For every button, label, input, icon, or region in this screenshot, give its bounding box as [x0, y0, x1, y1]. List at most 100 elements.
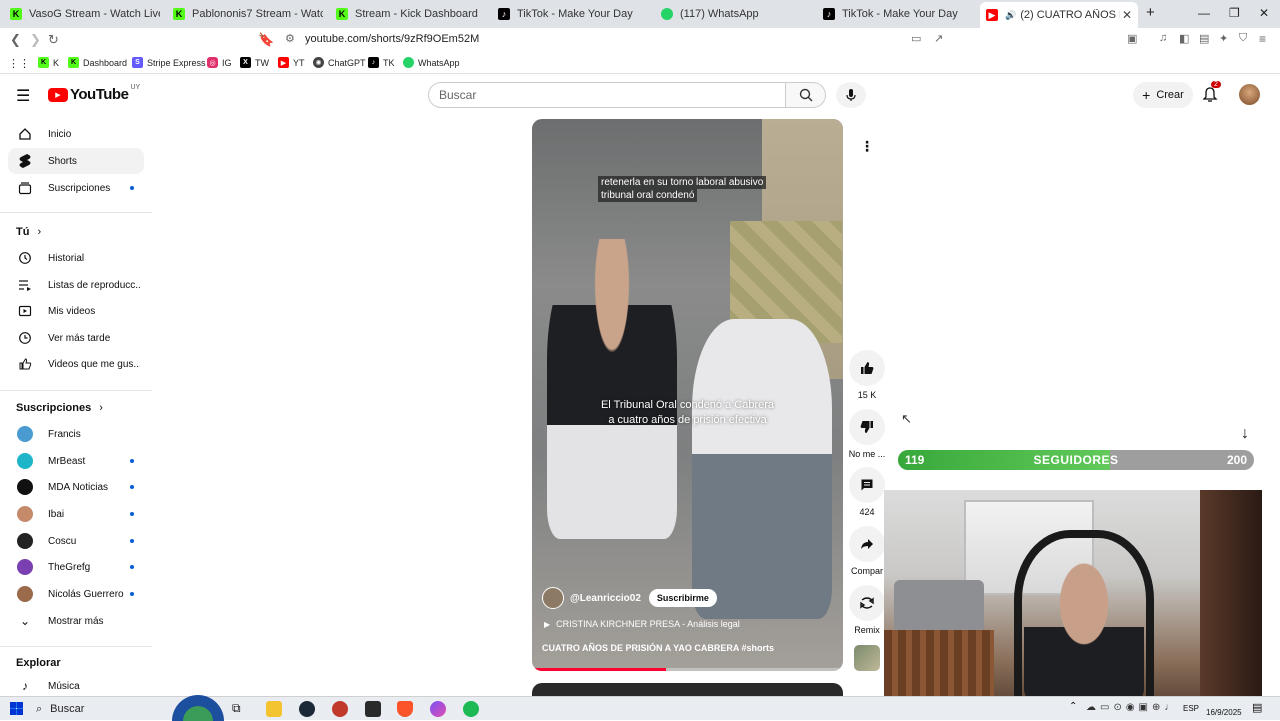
- sidebar-sub-thegrefg[interactable]: TheGrefg: [8, 554, 144, 580]
- panel-icon[interactable]: ◧: [1179, 32, 1189, 45]
- new-tab-icon[interactable]: +: [1146, 4, 1155, 21]
- brave-browser-icon[interactable]: [397, 701, 413, 717]
- sidebar-item-liked-videos[interactable]: Videos que me gus...: [8, 351, 144, 377]
- sound-thumbnail[interactable]: [854, 645, 880, 671]
- youtube-logo[interactable]: ▶ YouTube UY: [48, 84, 140, 103]
- sidebar-item-shorts[interactable]: Shorts: [8, 148, 144, 174]
- channel-name[interactable]: @Leanriccio02: [570, 593, 641, 604]
- steam-icon[interactable]: [299, 701, 315, 717]
- next-short-preview[interactable]: [532, 683, 843, 696]
- sidebar-sub-mda-noticias[interactable]: MDA Noticias: [8, 474, 144, 500]
- messenger-icon[interactable]: [430, 701, 446, 717]
- wallet-icon[interactable]: ▤: [1199, 32, 1209, 45]
- epic-games-icon[interactable]: [365, 701, 381, 717]
- sidebar-sub-mrbeast[interactable]: MrBeast: [8, 448, 144, 474]
- playlist-row[interactable]: ▶ CRISTINA KIRCHNER PRESA - Análisis leg…: [544, 619, 740, 629]
- sidebar-sub-nicolas-guerrero[interactable]: Nicolás Guerrero: [8, 581, 144, 607]
- notification-center-icon[interactable]: ▤: [1252, 701, 1262, 714]
- create-button[interactable]: + Crear: [1133, 82, 1193, 108]
- bookmark-dashboard[interactable]: K Dashboard: [68, 57, 127, 68]
- taskbar-search[interactable]: ⌕ Buscar: [36, 700, 166, 718]
- windows-start-icon[interactable]: [10, 702, 23, 715]
- search-button[interactable]: [786, 82, 826, 108]
- tab-1[interactable]: K Pablononis7 Stream - Watch Live: [173, 2, 323, 26]
- tab-title: (117) WhatsApp: [680, 8, 759, 20]
- apps-icon[interactable]: ⋮⋮: [8, 57, 30, 70]
- voice-search-button[interactable]: [836, 82, 866, 108]
- close-tab-icon[interactable]: ✕: [1122, 8, 1132, 22]
- menu-icon[interactable]: ≡: [1259, 32, 1266, 46]
- share-button[interactable]: [849, 526, 885, 562]
- account-avatar[interactable]: [1239, 84, 1260, 105]
- tab-0[interactable]: K VasoG Stream - Watch Live on Ki: [10, 2, 160, 26]
- bookmark-stripe[interactable]: S Stripe Express: [132, 57, 206, 68]
- reload-icon[interactable]: ↻: [48, 32, 59, 48]
- bookmark-chatgpt[interactable]: ✺ ChatGPT: [313, 57, 366, 68]
- leo-ai-icon[interactable]: ✦: [1219, 32, 1228, 45]
- bookmark-yt[interactable]: ▶ YT: [278, 57, 305, 68]
- video-progress-track[interactable]: [532, 668, 843, 671]
- back-icon[interactable]: ❮: [10, 32, 21, 48]
- thumb-up-icon: [861, 362, 874, 374]
- comments-button[interactable]: [849, 467, 885, 503]
- new-content-dot: [130, 512, 134, 516]
- media-icon[interactable]: ♫: [1159, 32, 1167, 44]
- search-icon: ⌕: [36, 702, 43, 715]
- dislike-button[interactable]: [849, 409, 885, 445]
- show-more-button[interactable]: ⌄ Mostrar más: [8, 608, 144, 634]
- shorts-video-player[interactable]: retenerla en su torno laboral abusivo tr…: [532, 119, 843, 671]
- tab-3[interactable]: ♪ TikTok - Make Your Day: [498, 2, 648, 26]
- spotify-icon[interactable]: [463, 701, 479, 717]
- remix-button[interactable]: [849, 585, 885, 621]
- you-heading[interactable]: Tú ›: [16, 226, 41, 238]
- tab-5[interactable]: ♪ TikTok - Make Your Day: [823, 2, 973, 26]
- search-input[interactable]: Buscar: [428, 82, 786, 108]
- url-field[interactable]: youtube.com/shorts/9zRf9OEm52M: [305, 33, 479, 45]
- share-page-icon[interactable]: ↗: [934, 32, 943, 45]
- restore-icon[interactable]: ❐: [1229, 6, 1240, 20]
- tab-4[interactable]: (117) WhatsApp: [661, 2, 811, 26]
- tab-6-active[interactable]: ▶ 🔊 (2) CUATRO AÑOS DE PRISIÓ ✕: [980, 2, 1138, 28]
- hamburger-menu-icon[interactable]: ☰: [16, 86, 30, 106]
- sidebar-item-inicio[interactable]: Inicio: [8, 121, 144, 147]
- channel-avatar[interactable]: [542, 587, 564, 609]
- sidebar-item-historial[interactable]: Historial: [8, 245, 144, 271]
- app-icon[interactable]: [332, 701, 348, 717]
- sidebar-item-suscripciones[interactable]: Suscripciones: [8, 175, 144, 201]
- vpn-icon[interactable]: ⛉: [1239, 32, 1247, 45]
- sidebar-item-ver-mas-tarde[interactable]: Ver más tarde: [8, 325, 144, 351]
- bookmark-ig[interactable]: ◎ IG: [207, 57, 232, 68]
- tray-icons[interactable]: ☁▭⊙◉▣⊕♩: [1086, 702, 1178, 713]
- sidebar-sub-coscu[interactable]: Coscu: [8, 528, 144, 554]
- close-window-icon[interactable]: ✕: [1259, 6, 1269, 20]
- like-button[interactable]: [849, 350, 885, 386]
- notifications-button[interactable]: 2: [1202, 81, 1221, 107]
- sidebar-item-mis-videos[interactable]: Mis videos: [8, 298, 144, 324]
- bookmark-tw[interactable]: X TW: [240, 57, 269, 68]
- forward-icon[interactable]: ❯: [30, 32, 41, 48]
- site-info-icon[interactable]: ⚙: [285, 32, 295, 45]
- cast-icon[interactable]: ▭: [911, 32, 921, 45]
- bookmark-k[interactable]: K K: [38, 57, 59, 68]
- tray-chevron-up-icon[interactable]: ⌃: [1069, 701, 1077, 712]
- subscribe-button[interactable]: Suscribirme: [648, 589, 717, 607]
- file-explorer-icon[interactable]: [266, 701, 282, 717]
- sidebar-sub-francis[interactable]: Francis: [8, 421, 144, 447]
- video-title[interactable]: CUATRO AÑOS DE PRISIÓN A YAO CABRERA #sh…: [542, 643, 774, 653]
- sidebar-toggle-icon[interactable]: ▣: [1127, 32, 1137, 45]
- sidebar-sub-ibai[interactable]: Ibai: [8, 501, 144, 527]
- search-placeholder: Buscar: [439, 88, 477, 102]
- more-options-button[interactable]: ⋮: [853, 132, 881, 160]
- earth-widget-icon[interactable]: [172, 695, 224, 721]
- bookmark-whatsapp[interactable]: WhatsApp: [403, 57, 460, 68]
- tab-2[interactable]: K Stream - Kick Dashboard: [336, 2, 486, 26]
- bookmark-tk[interactable]: ♪ TK: [368, 57, 395, 68]
- language-indicator[interactable]: ESP: [1183, 704, 1199, 713]
- clock-date[interactable]: 16/9/2025: [1206, 708, 1242, 717]
- task-view-icon[interactable]: ⧉: [232, 701, 248, 717]
- subscriptions-heading[interactable]: Suscripciones ›: [16, 402, 103, 414]
- bookmark-icon[interactable]: 🔖: [258, 32, 274, 48]
- scroll-down-button[interactable]: ↓: [1235, 424, 1255, 444]
- sidebar-item-playlists[interactable]: Listas de reproducc...: [8, 272, 144, 298]
- minimize-icon[interactable]: —: [1198, 6, 1210, 20]
